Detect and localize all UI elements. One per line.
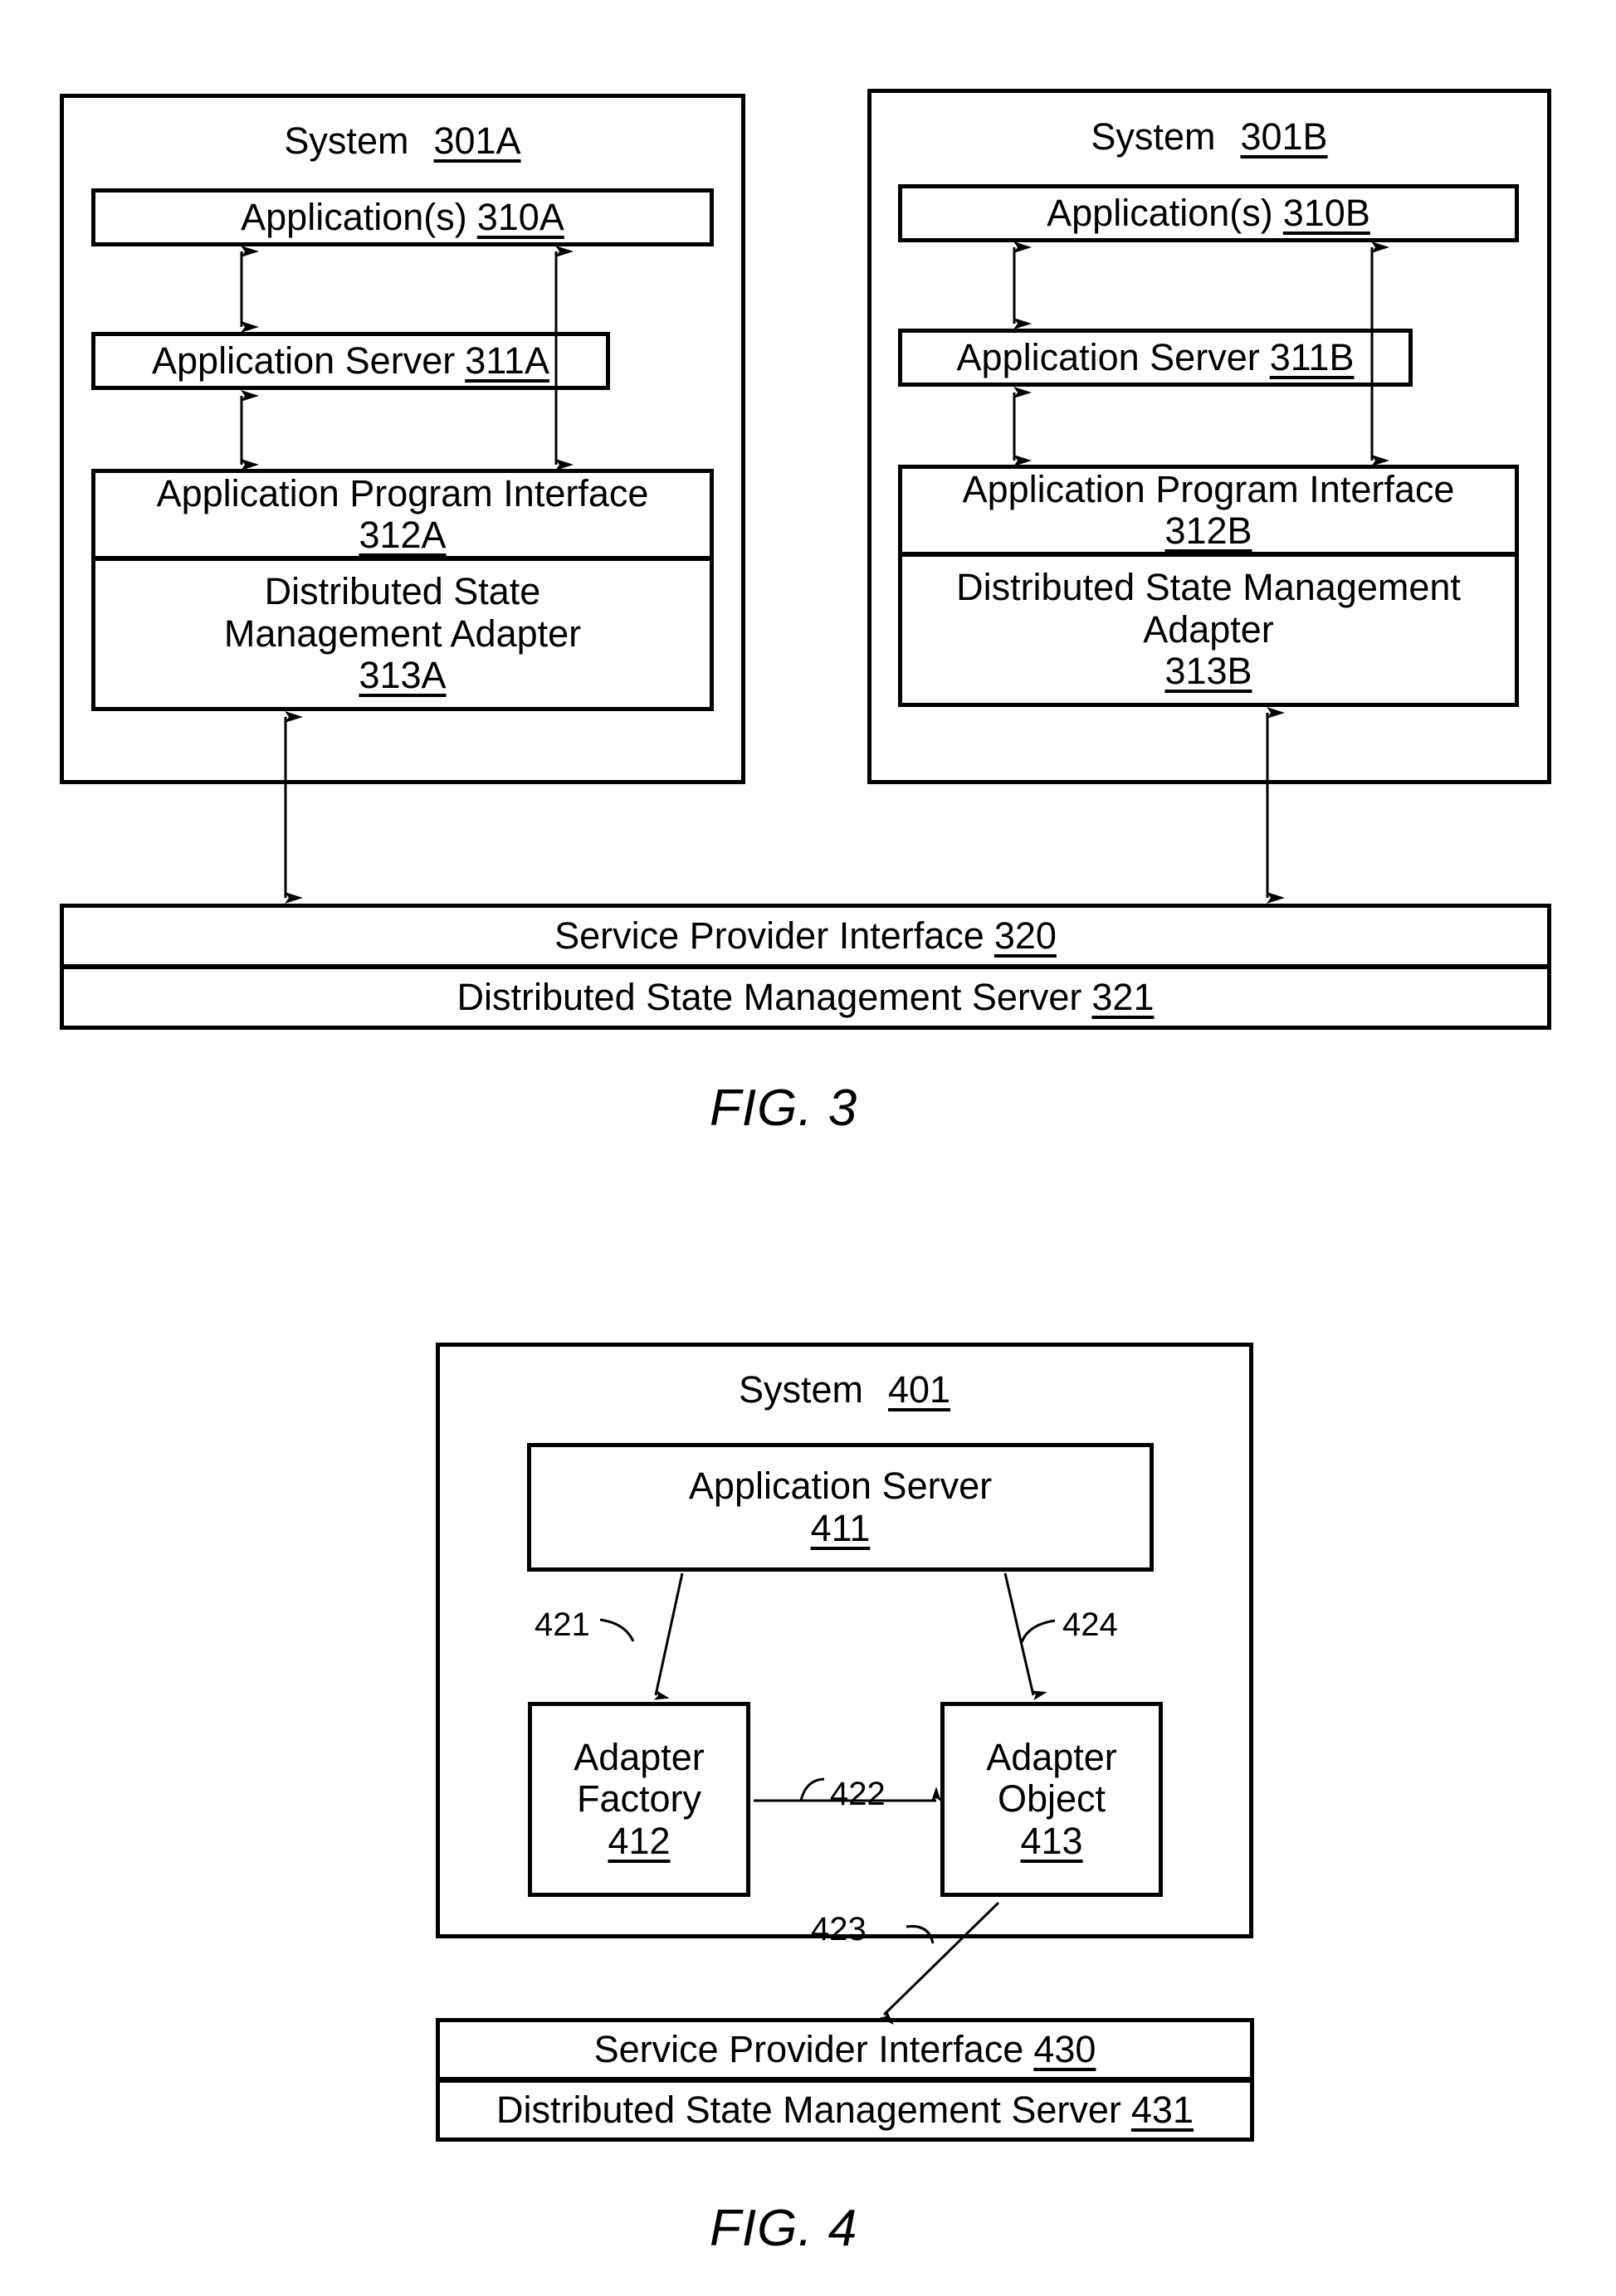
applications-310a-ref: 310A: [476, 195, 564, 238]
system-301b-title: System 301B: [867, 112, 1551, 162]
applications-310a-text: Application(s): [241, 195, 467, 238]
application-server-311a-label: Application Server 311A: [91, 332, 610, 390]
dsm-adapter-313b-text: Distributed State Management Adapter: [956, 566, 1461, 651]
adapter-object-413-ref: 413: [1020, 1819, 1083, 1862]
spi-430-text: Service Provider Interface: [593, 2027, 1024, 2070]
connector-ref-422: 422: [830, 1776, 886, 1812]
dsm-adapter-313b-label: Distributed State Management Adapter 313…: [898, 553, 1519, 707]
figure-3-caption: FIG. 3: [710, 1080, 858, 1137]
application-server-311a-ref: 311A: [465, 339, 549, 382]
adapter-object-413-label: Adapter Object 413: [940, 1702, 1163, 1897]
service-provider-interface-320-label: Service Provider Interface 320: [60, 904, 1551, 968]
adapter-factory-412-label: Adapter Factory 412: [528, 1702, 750, 1897]
system-301a-ref: 301A: [433, 119, 521, 162]
system-301b-title-text: System: [1091, 115, 1216, 158]
adapter-factory-412-text: Adapter Factory: [574, 1735, 705, 1821]
applications-310b-label: Application(s) 310B: [898, 184, 1519, 242]
adapter-object-413-text: Adapter Object: [986, 1735, 1117, 1821]
application-server-411-label: Application Server 411: [527, 1443, 1154, 1572]
application-server-411-text: Application Server: [688, 1465, 993, 1508]
api-312a-text: Application Program Interface: [156, 471, 649, 514]
dsm-adapter-313b-ref: 313B: [1164, 650, 1252, 693]
applications-310b-ref: 310B: [1282, 191, 1370, 234]
patent-drawing-page: System 301A Application(s) 310A Applicat…: [0, 0, 1616, 2296]
dsm-adapter-313a-ref: 313A: [359, 654, 447, 697]
spi-430-ref: 430: [1033, 2027, 1096, 2070]
system-401-ref: 401: [887, 1367, 951, 1411]
system-301b-ref: 301B: [1240, 115, 1328, 158]
api-312b-ref: 312B: [1164, 509, 1252, 552]
dsm-server-431-ref: 431: [1130, 2088, 1194, 2131]
system-401-title: System 401: [436, 1365, 1253, 1415]
dsm-server-431-label: Distributed State Management Server 431: [436, 2079, 1254, 2142]
application-server-311a-text: Application Server: [152, 339, 456, 382]
dsm-adapter-313a-text: Distributed State Management Adapter: [223, 570, 582, 655]
figure-4-caption: FIG. 4: [710, 2200, 858, 2257]
spi-320-text: Service Provider Interface: [554, 914, 984, 957]
api-312a-ref: 312A: [359, 514, 447, 556]
dsm-server-321-label: Distributed State Management Server 321: [60, 965, 1551, 1030]
api-312b-text: Application Program Interface: [962, 467, 1455, 510]
application-server-411-ref: 411: [810, 1506, 871, 1549]
connector-ref-423: 423: [811, 1911, 867, 1947]
service-provider-interface-430-label: Service Provider Interface 430: [436, 2018, 1254, 2081]
connector-ref-421: 421: [535, 1606, 590, 1643]
connector-ref-424: 424: [1062, 1606, 1118, 1643]
system-401-title-text: System: [738, 1367, 863, 1411]
dsm-adapter-313a-label: Distributed State Management Adapter 313…: [91, 557, 714, 711]
spi-320-ref: 320: [994, 914, 1057, 957]
application-server-311b-label: Application Server 311B: [898, 329, 1413, 387]
applications-310b-text: Application(s): [1047, 191, 1273, 234]
dsm-server-431-text: Distributed State Management Server: [496, 2088, 1121, 2131]
system-301a-title: System 301A: [60, 116, 745, 166]
dsm-server-321-ref: 321: [1091, 975, 1155, 1018]
adapter-factory-412-ref: 412: [608, 1819, 671, 1862]
application-server-311b-ref: 311B: [1269, 335, 1355, 378]
api-312a-label: Application Program Interface 312A: [91, 469, 714, 560]
api-312b-label: Application Program Interface 312B: [898, 465, 1519, 556]
application-server-311b-text: Application Server: [956, 335, 1260, 378]
applications-310a-label: Application(s) 310A: [91, 188, 714, 246]
dsm-server-321-text: Distributed State Management Server: [456, 975, 1082, 1018]
system-301a-title-text: System: [284, 119, 409, 162]
